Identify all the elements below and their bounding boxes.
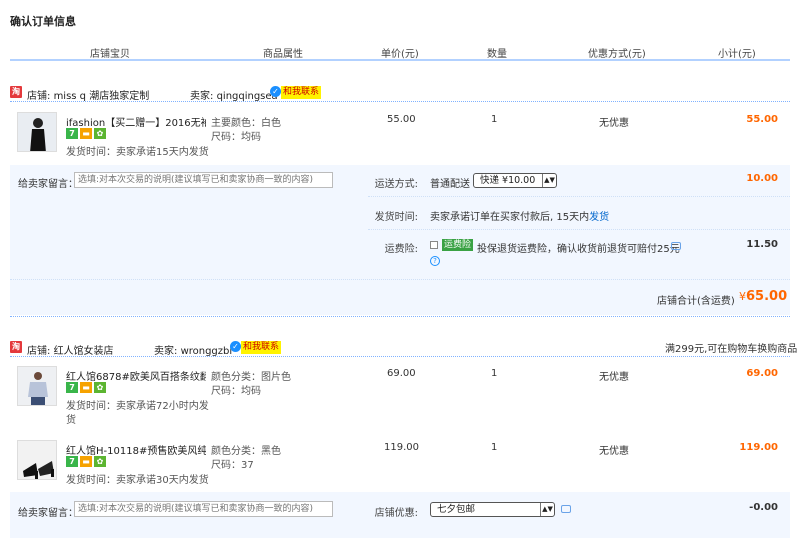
message-input[interactable] <box>74 501 333 517</box>
shop-icon: 淘 <box>10 341 22 353</box>
chevron-updown-icon: ▲▼ <box>542 174 556 187</box>
quantity: 1 <box>491 368 498 379</box>
deliver-promise: 卖家承诺订单在买家付款后, 15天内 <box>430 212 590 223</box>
shop1-name[interactable]: 店铺: miss q 潮店独家定制 <box>27 87 149 102</box>
chat-bubble-icon[interactable] <box>561 505 571 513</box>
service-tags: 7 ▬ ✿ <box>66 128 126 140</box>
discount-method: 无优惠 <box>599 118 629 129</box>
col-header-discount: 优惠方式(元) <box>588 49 646 60</box>
item-subtotal: 69.00 <box>746 368 778 379</box>
page-title: 确认订单信息 <box>10 15 76 28</box>
col-header-unit-price: 单价(元) <box>381 49 419 60</box>
shop-discount-label: 店铺优惠: <box>374 508 418 519</box>
deliver-text: 卖家承诺订单在买家付款后, 15天内发货 <box>430 208 609 223</box>
shop2-divider <box>10 356 790 357</box>
shop-total: ¥65.00 <box>739 289 787 304</box>
quantity: 1 <box>491 442 498 453</box>
currency-symbol: ¥ <box>739 290 746 303</box>
discount-method: 无优惠 <box>599 446 629 457</box>
shop-icon: 淘 <box>10 86 22 98</box>
message-label: 给卖家留言： <box>18 508 78 519</box>
item-attr-color: 颜色分类：黑色 <box>211 446 281 457</box>
flower-badge-icon[interactable]: ✿ <box>94 456 106 467</box>
product-thumbnail[interactable] <box>17 366 57 406</box>
discount-method: 无优惠 <box>599 372 629 383</box>
help-icon[interactable]: ? <box>430 256 440 266</box>
chat-bubble-icon[interactable] <box>671 242 681 250</box>
unit-price: 119.00 <box>384 442 419 453</box>
shop-discount-select[interactable]: 七夕包邮 ▲▼ <box>430 502 555 517</box>
chevron-updown-icon: ▲▼ <box>540 503 554 516</box>
col-header-quantity: 数量 <box>487 49 507 60</box>
flower-badge-icon[interactable]: ✿ <box>94 382 106 393</box>
product-photo-icon <box>18 441 56 479</box>
product-photo-icon <box>18 367 56 405</box>
header-divider <box>10 59 790 61</box>
col-header-shop-item: 店铺宝贝 <box>90 49 130 60</box>
item-title-link[interactable]: 红人馆H-10118#预售欧美风纯... <box>66 442 206 457</box>
credit-card-icon[interactable]: ▬ <box>80 382 92 393</box>
shipping-select[interactable]: 快递 ¥10.00 ▲▼ <box>473 173 557 188</box>
item-attr-size: 尺码：均码 <box>211 386 261 397</box>
item-attr-size: 尺码：37 <box>211 460 254 471</box>
message-label: 给卖家留言： <box>18 179 78 190</box>
shop-total-amount: 65.00 <box>746 289 788 304</box>
unit-price: 55.00 <box>387 114 416 125</box>
shop-discount-select-value: 七夕包邮 <box>437 504 476 515</box>
service-tags: 7 ▬ ✿ <box>66 382 126 394</box>
service-tags: 7 ▬ ✿ <box>66 456 126 468</box>
message-input[interactable] <box>74 172 333 188</box>
item-attr-color: 颜色分类：图片色 <box>211 372 291 383</box>
contact-me-button[interactable]: 和我联系 <box>281 86 322 99</box>
promo-text[interactable]: 满299元,可在购物车换购商品 <box>665 340 797 355</box>
shop2-seller: 卖家: wronggzbl <box>154 342 232 357</box>
shop1-seller: 卖家: qingqingsea <box>190 87 278 102</box>
item-subtotal: 55.00 <box>746 114 778 125</box>
col-header-attributes: 商品属性 <box>263 49 303 60</box>
item-title-link[interactable]: ifashion【买二赠一】2016无袖... <box>66 114 206 129</box>
wangwang-icon[interactable]: ✓ <box>230 341 241 352</box>
shipping-select-value: 快递 ¥10.00 <box>480 175 536 186</box>
ship-time: 发货时间：卖家承诺30天内发货 <box>66 475 209 486</box>
product-photo-icon <box>18 113 56 151</box>
shop-total-label: 店铺合计(含运费) <box>657 296 735 307</box>
insurance-tag: 运费险 <box>442 239 474 251</box>
insurance-text: 投保退货运费险，确认收货前退货可赔付25元 <box>477 244 680 255</box>
item-subtotal: 119.00 <box>739 442 778 453</box>
col-header-subtotal: 小计(元) <box>718 49 756 60</box>
item-attr-size: 尺码：均码 <box>211 132 261 143</box>
credit-card-icon[interactable]: ▬ <box>80 128 92 139</box>
quantity: 1 <box>491 114 498 125</box>
total-divider <box>10 279 790 280</box>
shop-discount-value: -0.00 <box>749 502 778 513</box>
item-title-link[interactable]: 红人馆6878#欧美风百搭条纹翻... <box>66 368 206 383</box>
deliver-divider <box>368 229 790 230</box>
seven-day-return-icon[interactable]: 7 <box>66 128 78 139</box>
ship-time-cont: 货 <box>66 415 76 426</box>
shipping-divider <box>368 196 790 197</box>
shipping-mode: 普通配送 <box>430 179 470 190</box>
shop2-name[interactable]: 店铺: 红人馆女装店 <box>27 342 114 357</box>
seven-day-return-icon[interactable]: 7 <box>66 456 78 467</box>
insurance-checkbox[interactable] <box>430 241 438 249</box>
ship-time: 发货时间：卖家承诺72小时内发 <box>66 401 209 412</box>
item-attr-color: 主要颜色：白色 <box>211 118 281 129</box>
shop1-divider <box>10 101 790 102</box>
product-thumbnail[interactable] <box>17 440 57 480</box>
deliver-link[interactable]: 发货 <box>589 212 609 223</box>
deliver-label: 发货时间: <box>374 212 418 223</box>
shipping-label: 运送方式: <box>374 179 418 190</box>
product-thumbnail[interactable] <box>17 112 57 152</box>
credit-card-icon[interactable]: ▬ <box>80 456 92 467</box>
ship-time: 发货时间：卖家承诺15天内发货 <box>66 147 209 158</box>
seven-day-return-icon[interactable]: 7 <box>66 382 78 393</box>
flower-badge-icon[interactable]: ✿ <box>94 128 106 139</box>
shipping-cost: 10.00 <box>746 173 778 184</box>
wangwang-icon[interactable]: ✓ <box>270 86 281 97</box>
shop1-end-divider <box>10 316 790 317</box>
insurance-cost: 11.50 <box>746 239 778 250</box>
unit-price: 69.00 <box>387 368 416 379</box>
insurance-label: 运费险: <box>384 244 418 255</box>
contact-me-button[interactable]: 和我联系 <box>241 341 282 354</box>
